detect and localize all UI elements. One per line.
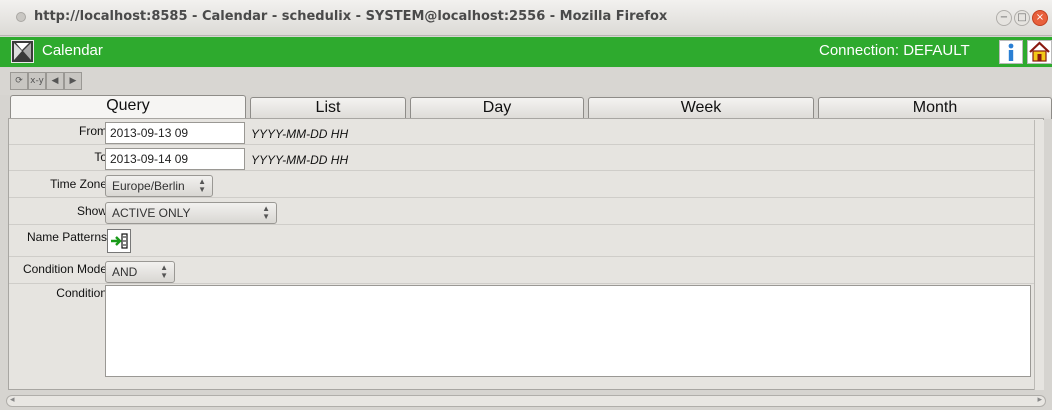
to-format-hint: YYYY-MM-DD HH [251,153,349,167]
scroll-right-icon[interactable]: ▸ [1037,395,1042,405]
show-row: Show ACTIVE ONLY ▲ ▼ [9,198,1043,225]
condition-mode-select[interactable]: AND ▲ ▼ [105,261,175,283]
query-form: From 2013-09-13 09 YYYY-MM-DD HH To 2013… [8,118,1044,390]
scroll-left-icon[interactable]: ◂ [10,395,15,405]
window-menu-icon[interactable] [16,12,26,22]
toolbar: ⟳ x-y ◀ ▶ [0,68,1052,95]
time-zone-select[interactable]: Europe/Berlin ▲ ▼ [105,175,213,197]
vertical-scrollbar[interactable] [1034,120,1044,390]
name-patterns-label: Name Patterns [26,230,107,244]
connection-label: Connection: DEFAULT [819,42,970,59]
tab-list[interactable]: List [250,97,406,119]
calendar-icon [11,40,34,63]
back-icon[interactable]: ◀ [46,72,64,90]
tab-week[interactable]: Week [588,97,814,119]
app-header: Calendar Connection: DEFAULT [0,37,1052,67]
tab-month[interactable]: Month [818,97,1052,119]
spinner-icon: ▲ ▼ [262,204,270,221]
tab-day[interactable]: Day [410,97,584,119]
time-zone-value: Europe/Berlin [112,179,185,193]
x-y-icon[interactable]: x-y [28,72,46,90]
from-row: From 2013-09-13 09 YYYY-MM-DD HH [9,119,1043,145]
close-button[interactable]: × [1032,10,1048,26]
time-zone-row: Time Zone Europe/Berlin ▲ ▼ [9,171,1043,198]
refresh-icon[interactable]: ⟳ [10,72,28,90]
app-title: Calendar [42,42,103,59]
condition-label: Condition [56,286,107,300]
to-row: To 2013-09-14 09 YYYY-MM-DD HH [9,145,1043,171]
minimize-button[interactable]: − [996,10,1012,26]
show-label: Show [76,204,107,218]
condition-mode-row: Condition Mode AND ▲ ▼ [9,257,1043,284]
name-patterns-row: Name Patterns [9,225,1043,257]
info-icon[interactable] [999,40,1023,64]
forward-icon[interactable]: ▶ [64,72,82,90]
condition-row: Condition [9,285,1043,381]
horizontal-scrollbar[interactable]: ◂ ▸ [6,395,1046,407]
from-input[interactable]: 2013-09-13 09 [105,122,245,144]
from-label: From [79,124,107,138]
home-icon[interactable] [1027,40,1052,64]
from-format-hint: YYYY-MM-DD HH [251,127,349,141]
spinner-icon: ▲ ▼ [160,263,168,280]
condition-mode-value: AND [112,265,138,279]
window-titlebar: http://localhost:8585 - Calendar - sched… [0,0,1052,36]
window-title: http://localhost:8585 - Calendar - sched… [34,9,668,24]
tab-bar: Query List Day Week Month [0,95,1052,119]
spinner-icon: ▲ ▼ [198,177,206,194]
show-select[interactable]: ACTIVE ONLY ▲ ▼ [105,202,277,224]
to-input[interactable]: 2013-09-14 09 [105,148,245,170]
condition-mode-label: Condition Mode [22,262,107,276]
time-zone-label: Time Zone [50,177,107,191]
maximize-button[interactable]: □ [1014,10,1030,26]
condition-textarea[interactable] [105,285,1031,377]
show-value: ACTIVE ONLY [112,206,191,220]
add-pattern-icon[interactable] [107,229,131,253]
tab-query[interactable]: Query [10,95,246,119]
